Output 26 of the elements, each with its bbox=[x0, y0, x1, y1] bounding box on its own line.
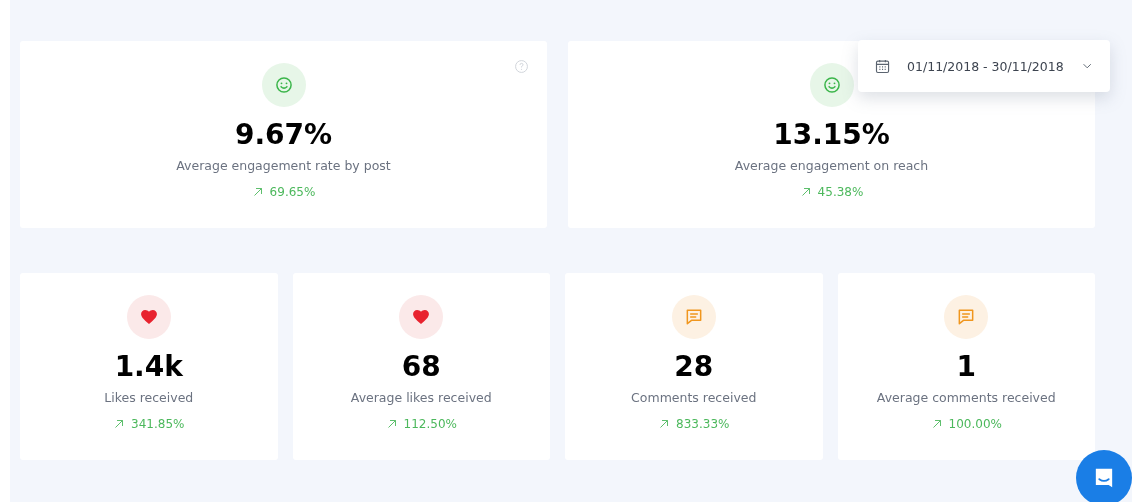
stat-label: Average comments received bbox=[876, 389, 1056, 407]
smiley-icon bbox=[273, 75, 294, 95]
stat-value: 28 bbox=[674, 349, 714, 385]
heart-icon bbox=[411, 307, 432, 327]
trend-value: 69.65% bbox=[269, 185, 316, 199]
stat-label: Likes received bbox=[104, 389, 194, 407]
stat-label: Average engagement on reach bbox=[734, 157, 929, 175]
stat-value: 9.67% bbox=[234, 117, 333, 153]
stat-value: 68 bbox=[401, 349, 441, 385]
stat-label: Comments received bbox=[631, 389, 757, 407]
trend-value: 100.00% bbox=[948, 417, 1002, 431]
date-range-picker[interactable]: 01/11/2018 - 30/11/2018 bbox=[858, 40, 1110, 92]
trend-value: 45.38% bbox=[817, 185, 864, 199]
stat-value: 1.4k bbox=[114, 349, 183, 385]
stat-label: Average engagement rate by post bbox=[176, 157, 391, 175]
trend-value: 833.33% bbox=[676, 417, 730, 431]
heart-icon bbox=[138, 307, 159, 327]
smiley-icon bbox=[821, 75, 842, 95]
stat-value: 1 bbox=[956, 349, 976, 385]
stat-label: Average likes received bbox=[350, 389, 492, 407]
date-range-text: 01/11/2018 - 30/11/2018 bbox=[907, 58, 1064, 74]
stat-value: 13.15% bbox=[773, 117, 890, 153]
trend-value: 112.50% bbox=[403, 417, 457, 431]
arrow-up-right-icon bbox=[658, 418, 671, 430]
arrow-up-right-icon bbox=[113, 418, 126, 430]
trend-value: 341.85% bbox=[131, 417, 185, 431]
